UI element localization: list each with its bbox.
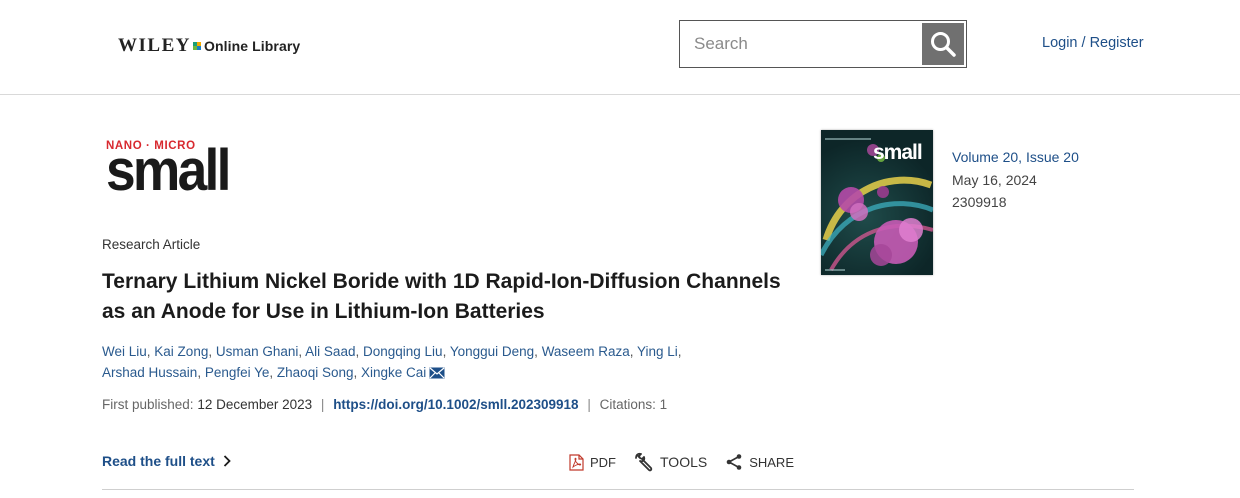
issue-date: May 16, 2024 [952,171,1037,188]
search-input[interactable] [680,21,922,67]
issue-info: Volume 20, Issue 20 May 16, 2024 2309918 [952,146,1079,214]
site-header: WILEY Online Library Login / Register [0,0,1240,95]
author-link[interactable]: Yonggui Deng [450,344,534,359]
author-separator: , [677,344,682,359]
chevron-right-icon [223,455,231,467]
article-actions: PDF TOOLS SHARE [569,452,812,472]
article-type: Research Article [102,237,201,252]
search-button[interactable] [922,23,964,65]
author-link[interactable]: Arshad Hussain [102,365,197,380]
share-icon [726,454,742,470]
logo-dots-icon [192,42,201,50]
article-number: 2309918 [952,194,1007,210]
author-link[interactable]: Pengfei Ye [205,365,270,380]
pdf-icon [569,453,584,471]
author-link[interactable]: Ali Saad [305,344,355,359]
volume-issue-link[interactable]: Volume 20, Issue 20 [952,149,1079,165]
author-separator: , [355,344,363,359]
author-separator: , [534,344,542,359]
author-link[interactable]: Ying Li [637,344,678,359]
author-list: Wei Liu, Kai Zong, Usman Ghani, Ali Saad… [102,341,742,383]
author-separator: , [353,365,361,380]
tools-label: TOOLS [660,454,708,470]
login-register-link[interactable]: Login / Register [1042,35,1144,51]
cover-title: small [873,141,923,164]
author-separator: , [269,365,277,380]
logo-subtitle: Online Library [203,38,301,54]
envelope-icon[interactable] [429,367,445,379]
divider: | [587,397,591,412]
journal-logo[interactable]: NANO · MICRO small [106,140,239,200]
author-link[interactable]: Xingke Cai [361,365,426,380]
read-full-text-label: Read the full text [102,453,215,469]
search-box [679,20,967,68]
share-label: SHARE [749,454,794,470]
tools-button[interactable]: TOOLS [634,452,707,472]
read-full-text-link[interactable]: Read the full text [102,453,231,469]
publication-info: First published: 12 December 2023 | http… [102,397,667,412]
author-link[interactable]: Dongqing Liu [363,344,443,359]
article-title: Ternary Lithium Nickel Boride with 1D Ra… [102,270,781,323]
share-button[interactable]: SHARE [725,453,794,471]
journal-logo-name: small [106,138,231,203]
doi-link[interactable]: https://doi.org/10.1002/smll.202309918 [333,397,578,412]
first-published-label: First published: [102,397,194,412]
author-link[interactable]: Zhaoqi Song [277,365,354,380]
citations-count[interactable]: Citations: 1 [600,397,668,412]
wrench-icon [635,452,653,472]
wiley-logo[interactable]: WILEY Online Library [118,35,300,57]
author-link[interactable]: Kai Zong [154,344,208,359]
divider [102,489,1134,490]
logo-brand: WILEY [118,35,191,56]
author-separator: , [442,344,450,359]
pdf-button[interactable]: PDF [569,453,616,471]
search-icon [931,32,956,57]
divider: | [320,397,325,412]
author-separator: , [197,365,205,380]
pdf-label: PDF [590,454,616,470]
author-link[interactable]: Waseem Raza [542,344,630,359]
author-link[interactable]: Usman Ghani [216,344,299,359]
journal-cover-image[interactable]: small [821,130,933,275]
first-published-date: 12 December 2023 [197,397,313,412]
author-separator: , [208,344,216,359]
author-link[interactable]: Wei Liu [102,344,147,359]
author-separator: , [629,344,637,359]
